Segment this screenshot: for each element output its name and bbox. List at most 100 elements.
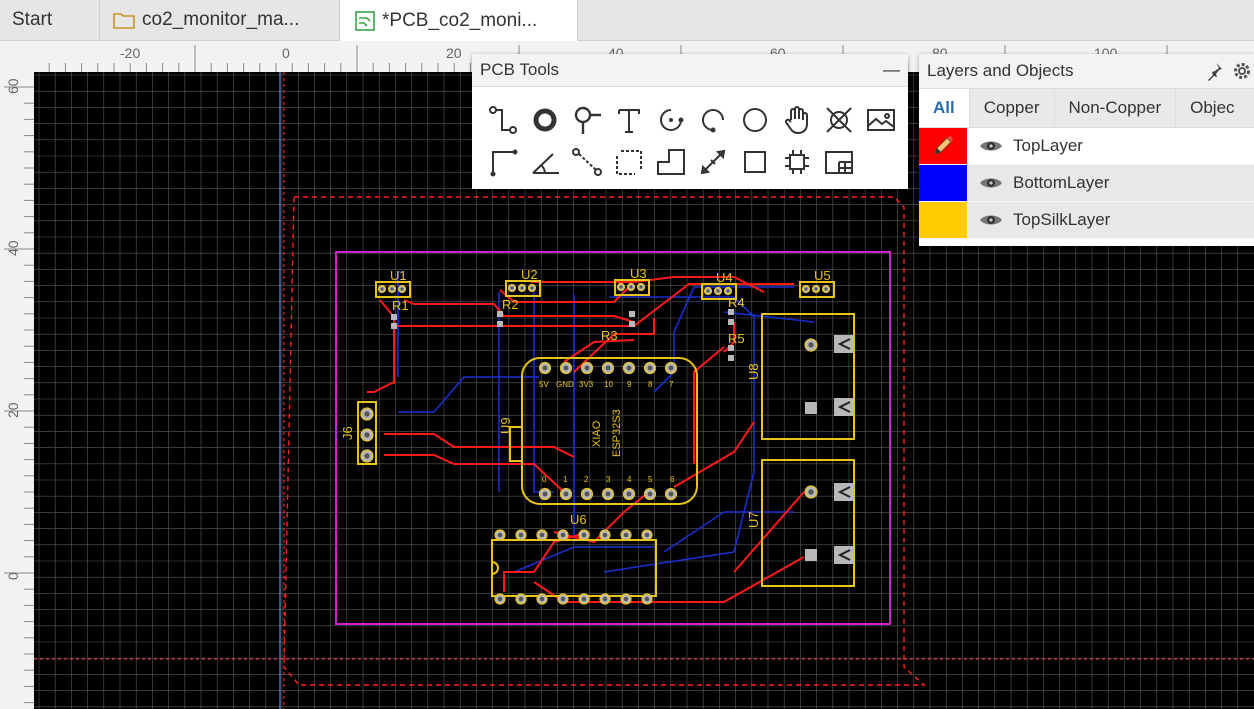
tab-schematic[interactable]: co2_monitor_ma...: [100, 0, 340, 40]
label-r5: R5: [728, 331, 745, 346]
pin-label: 0: [542, 475, 547, 484]
dashed-rect-tool-icon[interactable]: [608, 144, 650, 180]
resistor-pad[interactable]: [728, 319, 734, 325]
connector-pad[interactable]: [834, 546, 854, 564]
pad-tool-icon[interactable]: [524, 102, 566, 138]
tab-label: Copper: [983, 98, 1040, 117]
layer-color-swatch[interactable]: [919, 165, 967, 201]
connector-pad[interactable]: [834, 335, 854, 353]
layer-row-toplayer[interactable]: TopLayer: [919, 128, 1254, 165]
tab-non-copper[interactable]: Non-Copper: [1055, 89, 1177, 127]
label-j6: J6: [340, 426, 355, 440]
pin-label: 3V3: [579, 380, 594, 389]
u7-pad[interactable]: [805, 549, 817, 561]
eye-icon[interactable]: [979, 175, 1003, 191]
gear-icon[interactable]: [1232, 61, 1252, 86]
arc-tool-icon[interactable]: [650, 102, 692, 138]
connector-pad[interactable]: [834, 483, 854, 501]
tab-label: co2_monitor_ma...: [142, 9, 300, 30]
label-u3: U3: [630, 266, 647, 281]
ruler-label: 0: [282, 45, 290, 61]
pcb-tools-header[interactable]: PCB Tools —: [472, 54, 908, 87]
xiao-label-2: ESP32S3: [611, 409, 623, 457]
u8-pad[interactable]: [805, 402, 817, 414]
line-tool-icon[interactable]: [482, 144, 524, 180]
pin-label: GND: [556, 380, 574, 389]
layers-header[interactable]: Layers and Objects: [919, 54, 1254, 88]
copper-area-tool-icon[interactable]: [818, 144, 860, 180]
tab-objects[interactable]: Objec: [1176, 89, 1248, 127]
resistor-pad[interactable]: [728, 355, 734, 361]
pin-label: 8: [648, 380, 653, 389]
label-u4: U4: [716, 270, 733, 285]
tab-copper[interactable]: Copper: [970, 89, 1055, 127]
pin-label: 6: [670, 475, 675, 484]
minimize-button[interactable]: —: [883, 60, 900, 80]
resistor-pad[interactable]: [391, 323, 397, 329]
angle-tool-icon[interactable]: [524, 144, 566, 180]
eye-icon[interactable]: [979, 138, 1003, 154]
pcb-tools-panel: PCB Tools —: [472, 54, 908, 189]
pin-label: 9: [627, 380, 632, 389]
no-connect-tool-icon[interactable]: [818, 102, 860, 138]
pin-icon[interactable]: [1204, 61, 1224, 86]
pin-label: 3: [606, 475, 611, 484]
pan-tool-icon[interactable]: [776, 102, 818, 138]
component-tool-icon[interactable]: [776, 144, 818, 180]
pin-label: 7: [669, 380, 674, 389]
resistor-pad[interactable]: [391, 314, 397, 320]
label-r4: R4: [728, 295, 745, 310]
label-u5: U5: [814, 268, 831, 283]
resistor-pad[interactable]: [629, 321, 635, 327]
panel-title: Layers and Objects: [927, 61, 1074, 80]
resistor-pad[interactable]: [497, 321, 503, 327]
layers-panel: Layers and Objects All Copper Non-Copper…: [919, 54, 1254, 246]
tab-label: Non-Copper: [1068, 98, 1162, 117]
image-tool-icon[interactable]: [860, 102, 902, 138]
folder-icon: [112, 10, 136, 30]
top-tracks[interactable]: [367, 276, 805, 603]
rect-tool-icon[interactable]: [734, 144, 776, 180]
circle-tool-icon[interactable]: [734, 102, 776, 138]
tab-all[interactable]: All: [919, 89, 970, 127]
ruler-left: 60 40 20 0: [0, 72, 34, 709]
layer-color-swatch[interactable]: [919, 202, 967, 238]
label-u9: U9: [498, 417, 513, 434]
polyline-tool-icon[interactable]: [650, 144, 692, 180]
ruler-label: 0: [5, 572, 21, 580]
pcb-icon: [354, 10, 376, 32]
layer-row-bottomlayer[interactable]: BottomLayer: [919, 165, 1254, 202]
label-u8: U8: [746, 363, 761, 380]
label-r2: R2: [502, 297, 519, 312]
pin-label: 2: [584, 475, 589, 484]
text-tool-icon[interactable]: [608, 102, 650, 138]
ruler-label: -20: [120, 45, 140, 61]
tab-bar: Start co2_monitor_ma... *PCB_co2_moni...: [0, 0, 1254, 41]
label-u7: U7: [746, 511, 761, 528]
ruler-label: 20: [446, 45, 462, 61]
track-tool-icon[interactable]: [482, 102, 524, 138]
label-r1: R1: [392, 298, 409, 313]
pin-label: 10: [604, 380, 613, 389]
layer-color-swatch[interactable]: [919, 128, 967, 164]
panel-title: PCB Tools: [480, 60, 560, 79]
resistor-pad[interactable]: [629, 311, 635, 317]
layer-name: TopLayer: [1013, 136, 1083, 155]
tab-start[interactable]: Start: [0, 0, 100, 40]
pin-label: 4: [627, 475, 632, 484]
layer-row-topsilklayer[interactable]: TopSilkLayer: [919, 202, 1254, 239]
pin-label: 5: [648, 475, 653, 484]
arc-ccw-tool-icon[interactable]: [692, 102, 734, 138]
via-tool-icon[interactable]: [566, 102, 608, 138]
ruler-corner: [0, 41, 34, 72]
tab-label: All: [933, 98, 955, 117]
label-r3: R3: [601, 328, 618, 343]
tab-pcb[interactable]: *PCB_co2_moni...: [340, 0, 578, 41]
connector-pad[interactable]: [834, 398, 854, 416]
label-u1: U1: [390, 268, 407, 283]
dimension-tool-icon[interactable]: [692, 144, 734, 180]
eye-icon[interactable]: [979, 212, 1003, 228]
tab-label: *PCB_co2_moni...: [382, 9, 538, 31]
label-u2: U2: [521, 267, 538, 282]
connect-tool-icon[interactable]: [566, 144, 608, 180]
